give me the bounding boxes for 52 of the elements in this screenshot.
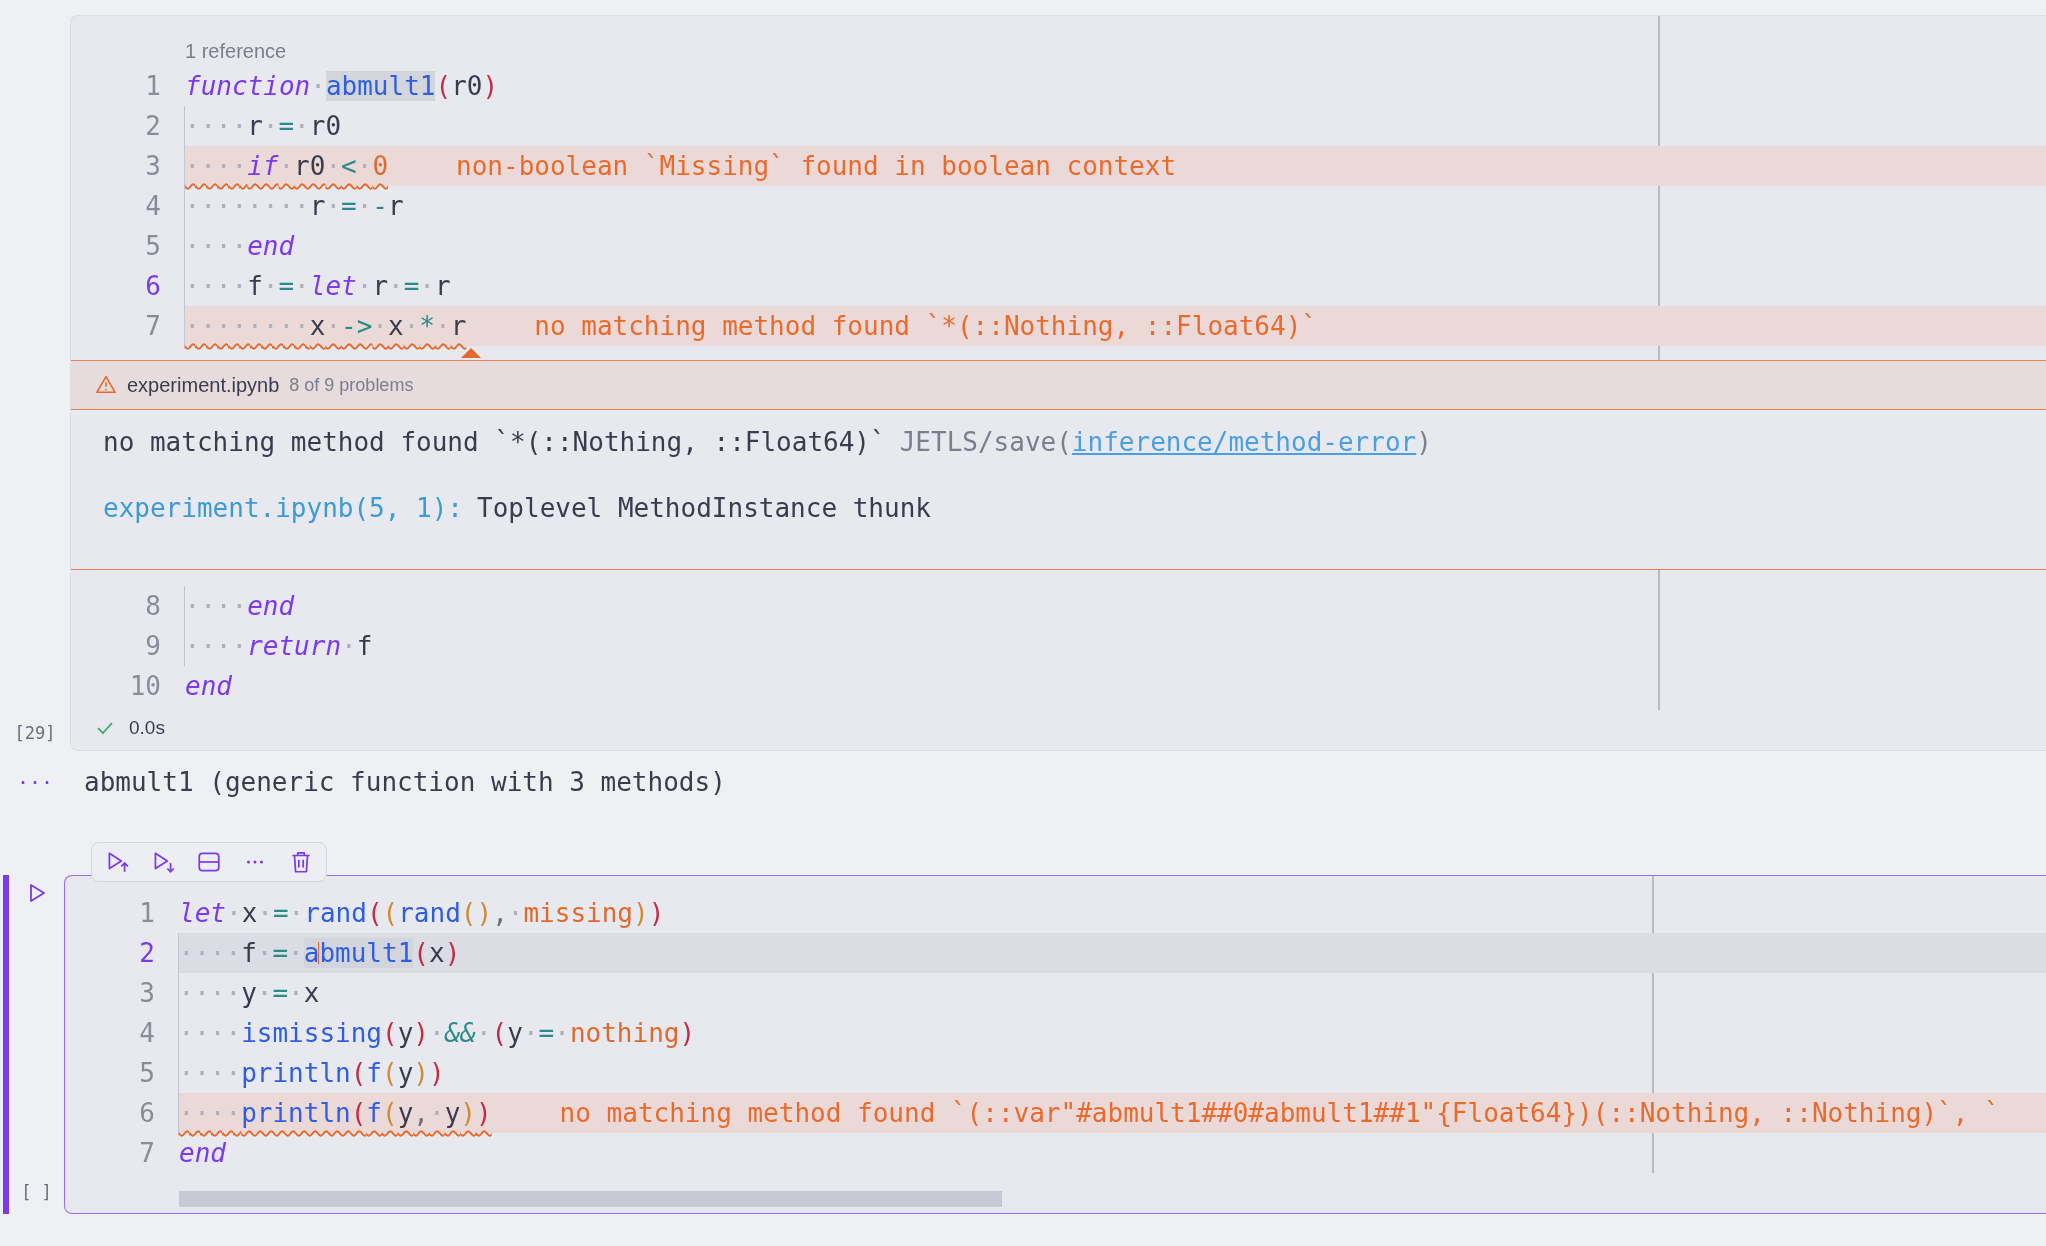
scrollbar-thumb[interactable] [179, 1191, 1002, 1207]
code-text: end [185, 670, 232, 703]
location-link[interactable]: experiment.ipynb(5, 1): [103, 493, 464, 523]
line-number: 8 [144, 590, 162, 623]
problem-count: 8 of 9 problems [289, 374, 414, 396]
line-number: 2 [138, 937, 156, 970]
line-number: 5 [138, 1057, 156, 1090]
line-number: 1 [138, 897, 156, 930]
line-number: 7 [144, 310, 162, 343]
line-number: 3 [138, 977, 156, 1010]
code-text: ····return·f [183, 626, 373, 666]
line-number: 6 [138, 1097, 156, 1130]
code-text: ····end [183, 586, 295, 626]
related-info: Toplevel MethodInstance thunk [477, 493, 931, 523]
pointer-icon [461, 348, 481, 358]
problem-message: no matching method found `*(::Nothing, ::Float64)` [103, 427, 886, 457]
line-number: 10 [128, 670, 162, 703]
output-prompt: ··· [15, 770, 55, 794]
code-text: ····ismissing(y)·&&·(y·=·nothing) [177, 1013, 696, 1053]
output-text: abmult1 (generic function with 3 methods) [84, 767, 726, 797]
execution-count: [ ] [21, 1182, 52, 1202]
code-text: function·abmult1(r0) [185, 70, 499, 103]
line-number: 1 [144, 70, 162, 103]
file-name: experiment.ipynb [127, 373, 280, 397]
line-number: 7 [138, 1137, 156, 1170]
error-message: no matching method found `(::var"#abmult1##0#abmult1##1"{Float64})(::Nothing, ::Nothing)`, ` [559, 1097, 2000, 1130]
reference-link[interactable]: 1 reference [185, 36, 2046, 66]
code-text: ····end [183, 226, 295, 266]
error-message: non-boolean `Missing` found in boolean context [456, 150, 1177, 183]
split-icon[interactable] [196, 849, 222, 875]
code-text: let·x·=·rand((rand(),·missing)) [179, 897, 665, 930]
code-text: end [179, 1137, 226, 1170]
code-text: ····f·=·abmult1(x) [177, 933, 461, 973]
code-text: ········x·->·x·*·r [183, 306, 467, 346]
line-number: 3 [144, 150, 162, 183]
closing-paren: ) [1416, 427, 1432, 457]
code-text: ····println(f(y,·y)) [177, 1093, 492, 1133]
line-number: 2 [144, 110, 162, 143]
line-number: 5 [144, 230, 162, 263]
execution-count: [29] [14, 723, 56, 743]
code-text: ····y·=·x [177, 973, 320, 1013]
line-number: 4 [144, 190, 162, 223]
line-number: 4 [138, 1017, 156, 1050]
rule-link[interactable]: inference/method-error [1071, 427, 1417, 457]
warning-icon [95, 374, 117, 396]
line-number: 6 [144, 270, 162, 303]
execution-time: 0.0s [129, 717, 165, 739]
error-message: no matching method found `*(::Nothing, ::Float64)` [534, 310, 1317, 343]
problem-source: JETLS/save( [899, 427, 1072, 457]
line-number: 9 [144, 630, 162, 663]
code-text: ····if·r0·<·0 [183, 146, 389, 186]
code-text: ········r·=·-r [183, 186, 404, 226]
